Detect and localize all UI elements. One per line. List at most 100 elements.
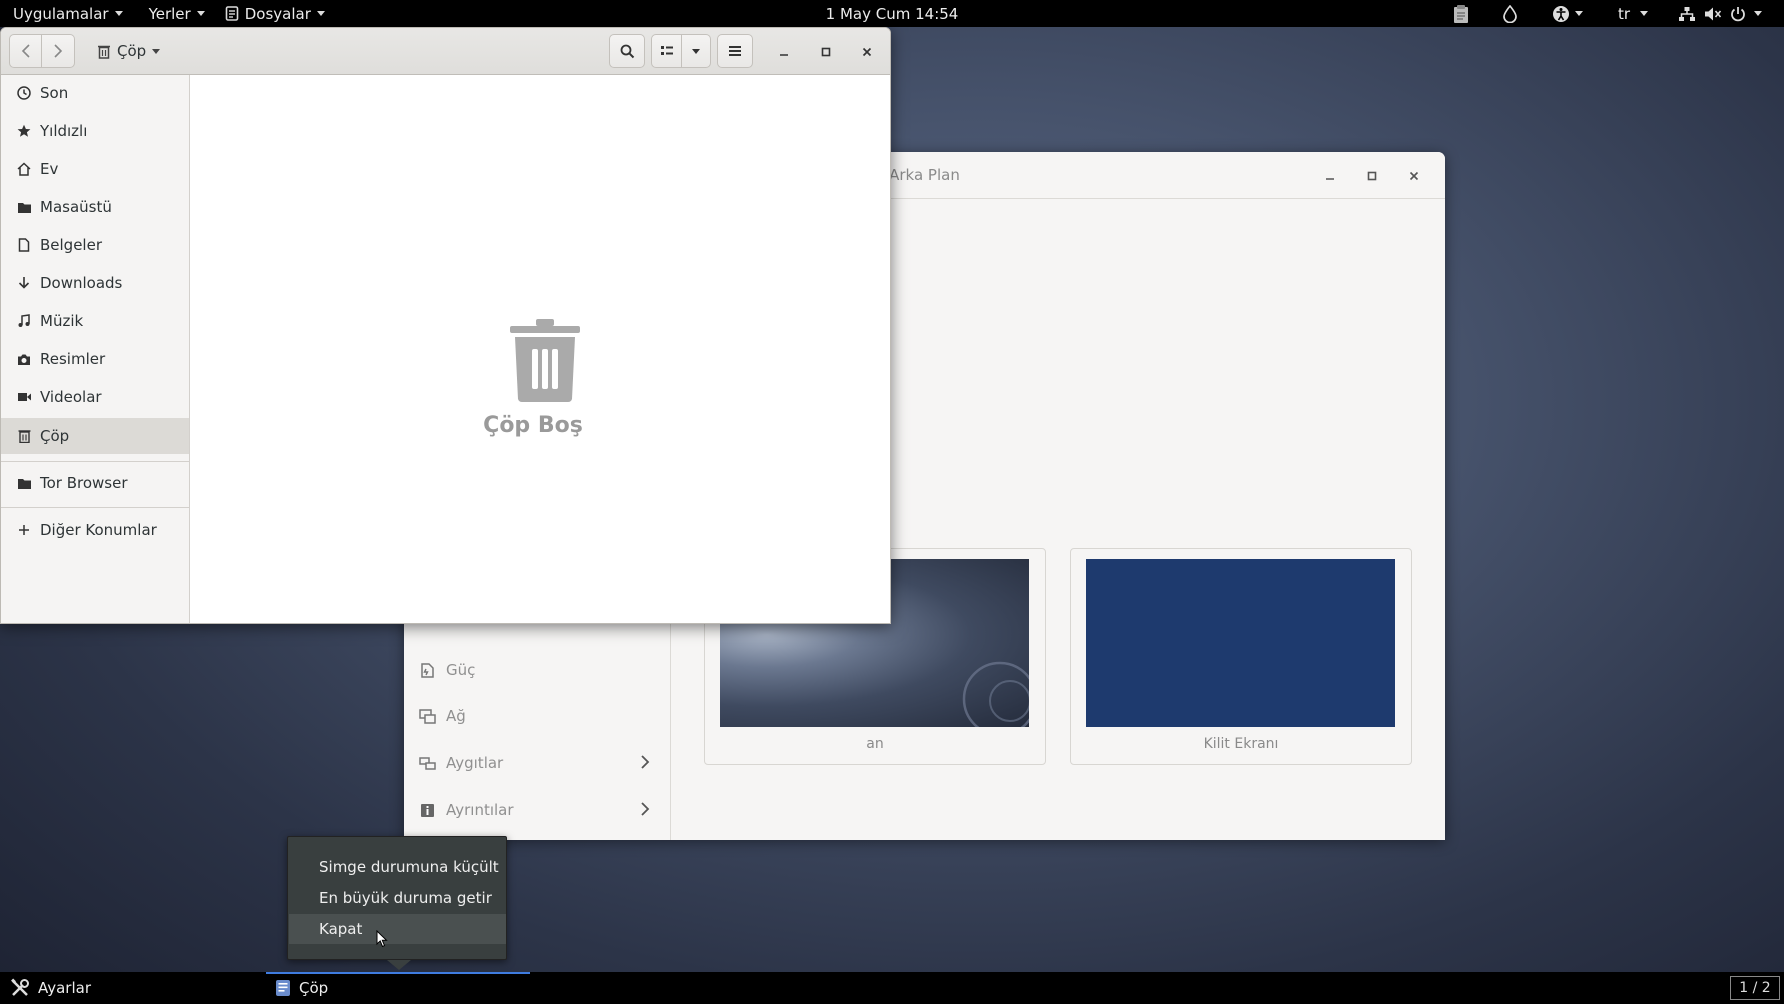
trash-icon [97,44,111,59]
sidebar-item-label: Videolar [40,388,102,406]
sidebar-item-other-locations[interactable]: Diğer Konumlar [1,512,189,548]
back-button[interactable] [9,34,42,68]
settings-item-network[interactable]: Ağ [404,694,670,738]
sidebar-item-label: Downloads [40,274,123,292]
mouse-cursor-icon [376,930,388,948]
places-menu[interactable]: Yerler [143,0,211,27]
top-bar: Uygulamalar Yerler Dosyalar 1 May Cum 14… [0,0,1784,27]
power-icon [1730,6,1746,22]
files-app-icon [225,6,239,21]
accessibility-menu[interactable] [1552,0,1583,27]
sidebar-item-videos[interactable]: Videolar [1,379,189,415]
sidebar-separator [1,507,189,508]
system-menu[interactable] [1678,0,1762,27]
sidebar-item-starred[interactable]: Yıldızlı [1,113,189,149]
chevron-down-icon [692,48,700,54]
lock-screen-card[interactable]: Kilit Ekranı [1070,548,1412,765]
settings-close-button[interactable] [1403,165,1425,187]
chevron-down-icon [196,11,205,16]
files-minimize-button[interactable] [773,41,795,63]
clock[interactable]: 1 May Cum 14:54 [826,5,959,23]
home-icon [15,162,33,176]
path-bar-label: Çöp [117,42,147,60]
workspace-indicator[interactable]: 1 / 2 [1730,976,1780,1000]
lock-screen-preview [1086,559,1395,727]
devices-icon [418,755,436,772]
sidebar-item-label: Ev [40,160,59,178]
settings-tools-icon [10,978,30,998]
chevron-down-icon [1754,11,1762,16]
sidebar-item-label: Resimler [40,350,106,368]
places-sidebar: Son Yıldızlı Ev Masaüstü Belgeler Downlo… [1,75,190,623]
settings-item-power[interactable]: Güç [404,648,670,692]
drop-icon [1503,4,1517,23]
sidebar-item-tor-browser[interactable]: Tor Browser [1,465,189,501]
search-icon [620,44,635,59]
info-icon [418,803,436,818]
settings-item-details[interactable]: Ayrıntılar [404,788,670,832]
menu-button[interactable] [717,34,753,68]
view-options-button[interactable] [682,34,711,68]
sidebar-item-label: Son [40,84,69,102]
taskbar-item-trash[interactable]: Çöp [275,972,328,1004]
menu-item-close[interactable]: Kapat [289,914,506,944]
forward-button[interactable] [42,34,75,68]
chevron-down-icon [114,11,123,16]
star-icon [15,124,33,138]
settings-minimize-button[interactable] [1319,165,1341,187]
menu-item-maximize[interactable]: En büyük duruma getir [289,883,506,913]
files-close-button[interactable] [856,41,878,63]
chevron-right-icon [640,802,650,816]
menu-item-minimize[interactable]: Simge durumuna küçült [289,852,506,882]
volume-muted-icon [1704,6,1722,22]
menu-item-label: En büyük duruma getir [319,889,492,907]
files-app-menu-label: Dosyalar [244,4,311,23]
sidebar-item-label: Müzik [40,312,84,330]
settings-item-label: Ağ [446,707,466,725]
camera-icon [15,353,33,366]
files-maximize-button[interactable] [815,41,837,63]
trash-empty-message: Çöp Boş [483,413,583,438]
clipboard-indicator[interactable] [1452,0,1470,27]
view-mode-button[interactable] [651,34,682,68]
accessibility-icon [1552,5,1570,23]
clipboard-icon [1452,4,1470,24]
night-light-indicator[interactable] [1503,0,1517,27]
files-app-menu[interactable]: Dosyalar [219,0,331,27]
sidebar-item-trash[interactable]: Çöp [1,418,189,454]
menu-item-label: Simge durumuna küçült [319,858,499,876]
music-icon [15,314,33,328]
sidebar-item-label: Diğer Konumlar [40,521,157,539]
settings-item-devices[interactable]: Aygıtlar [404,741,670,785]
sidebar-item-recent[interactable]: Son [1,75,189,111]
path-bar-trash[interactable]: Çöp [97,36,161,66]
sidebar-item-label: Belgeler [40,236,102,254]
chevron-down-icon [1640,11,1649,16]
sidebar-item-music[interactable]: Müzik [1,303,189,339]
sidebar-item-label: Tor Browser [40,474,128,492]
network-wired-icon [1678,6,1696,22]
chevron-left-icon [21,44,31,58]
sidebar-item-desktop[interactable]: Masaüstü [1,189,189,225]
window-context-menu: Simge durumuna küçült En büyük duruma ge… [287,836,507,960]
sidebar-item-downloads[interactable]: Downloads [1,265,189,301]
settings-maximize-button[interactable] [1361,165,1383,187]
chevron-right-icon [640,755,650,769]
files-content-area[interactable]: Çöp Boş [190,75,890,623]
taskbar-item-label: Çöp [299,979,329,997]
sidebar-item-pictures[interactable]: Resimler [1,341,189,377]
background-card-label: an [866,736,884,752]
applications-menu[interactable]: Uygulamalar [7,0,129,27]
taskbar-item-settings[interactable]: Ayarlar [10,972,91,1004]
hamburger-menu-icon [728,45,742,57]
places-menu-label: Yerler [148,4,191,23]
trash-empty-icon [506,317,584,403]
language-menu[interactable]: tr [1618,0,1649,27]
applications-menu-label: Uygulamalar [13,4,109,23]
sidebar-item-home[interactable]: Ev [1,151,189,187]
search-button[interactable] [609,34,645,68]
language-label: tr [1618,4,1631,23]
sidebar-item-label: Çöp [40,427,70,445]
chevron-right-icon [53,44,63,58]
sidebar-item-documents[interactable]: Belgeler [1,227,189,263]
